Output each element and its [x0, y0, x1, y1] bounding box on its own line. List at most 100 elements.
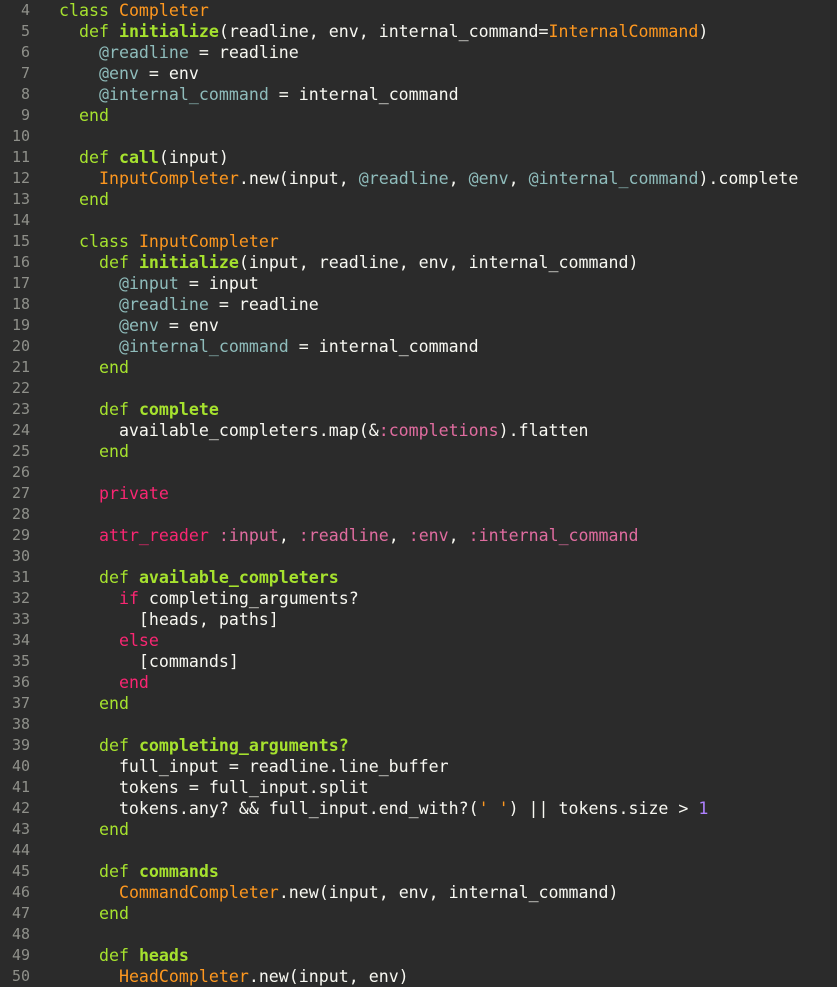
- code-line[interactable]: 5 def initialize(readline, env, internal…: [0, 21, 837, 42]
- code-line[interactable]: 40 full_input = readline.line_buffer: [0, 756, 837, 777]
- code-line[interactable]: 14: [0, 210, 837, 231]
- code-line[interactable]: 50 HeadCompleter.new(input, env): [0, 966, 837, 987]
- code-line[interactable]: 24 available_completers.map(&:completion…: [0, 420, 837, 441]
- code-token-plain: = env: [158, 316, 219, 335]
- code-line[interactable]: 12 InputCompleter.new(input, @readline, …: [0, 168, 837, 189]
- code-line[interactable]: 10: [0, 126, 837, 147]
- code-token-control: end: [118, 673, 149, 692]
- code-token-const: InputCompleter: [138, 232, 279, 251]
- code-line[interactable]: 19 @env = env: [0, 315, 837, 336]
- code-token-method: complete: [138, 400, 219, 419]
- code-line[interactable]: 8 @internal_command = internal_command: [0, 84, 837, 105]
- code-token-kwdef: def: [78, 22, 119, 41]
- code-line[interactable]: 30: [0, 546, 837, 567]
- line-code: full_input = readline.line_buffer: [30, 756, 449, 777]
- code-line[interactable]: 49 def heads: [0, 945, 837, 966]
- code-line[interactable]: 45 def commands: [0, 861, 837, 882]
- code-line[interactable]: 16 def initialize(input, readline, env, …: [0, 252, 837, 273]
- code-token-plain: = input: [178, 274, 259, 293]
- code-line[interactable]: 44: [0, 840, 837, 861]
- line-code: end: [30, 357, 129, 378]
- line-number: 18: [11, 295, 30, 313]
- code-line[interactable]: 17 @input = input: [0, 273, 837, 294]
- code-token-control: else: [118, 631, 159, 650]
- code-token-plain: ) || tokens.size >: [508, 799, 699, 818]
- line-number: 38: [11, 715, 30, 733]
- code-line[interactable]: 18 @readline = readline: [0, 294, 837, 315]
- code-line[interactable]: 11 def call(input): [0, 147, 837, 168]
- code-token-symbol: :readline: [298, 526, 389, 545]
- line-code: @internal_command = internal_command: [30, 84, 459, 105]
- code-line[interactable]: 31 def available_completers: [0, 567, 837, 588]
- code-token-kwdef: end: [98, 820, 129, 839]
- code-token-plain: (input, readline, env, internal_command): [238, 253, 639, 272]
- code-line[interactable]: 28: [0, 504, 837, 525]
- code-line[interactable]: 29 attr_reader :input, :readline, :env, …: [0, 525, 837, 546]
- line-number: 45: [11, 862, 30, 880]
- code-editor[interactable]: 4 class Completer 5 def initialize(readlin…: [0, 0, 837, 987]
- line-code: end: [30, 105, 109, 126]
- code-line[interactable]: 22: [0, 378, 837, 399]
- code-line[interactable]: 41 tokens = full_input.split: [0, 777, 837, 798]
- code-line[interactable]: 4 class Completer: [0, 0, 837, 21]
- code-token-plain: completing_arguments?: [138, 589, 359, 608]
- code-line[interactable]: 35 [commands]: [0, 651, 837, 672]
- code-line[interactable]: 15 class InputCompleter: [0, 231, 837, 252]
- code-token-plain: tokens.any? && full_input.end_with?(: [59, 799, 479, 818]
- code-token-plain: (readline, env, internal_command=: [218, 22, 549, 41]
- code-line[interactable]: 20 @internal_command = internal_command: [0, 336, 837, 357]
- code-token-plain: ).complete: [698, 169, 799, 188]
- line-number: 47: [11, 904, 30, 922]
- line-code: def initialize(readline, env, internal_c…: [30, 21, 708, 42]
- code-line[interactable]: 32 if completing_arguments?: [0, 588, 837, 609]
- code-line[interactable]: 34 else: [0, 630, 837, 651]
- line-number: 4: [20, 1, 30, 19]
- line-number: 46: [11, 883, 30, 901]
- line-code: end: [30, 819, 129, 840]
- code-token-plain: = env: [138, 64, 199, 83]
- line-code: private: [30, 483, 169, 504]
- code-line[interactable]: 26: [0, 462, 837, 483]
- code-line[interactable]: 21 end: [0, 357, 837, 378]
- line-number: 27: [11, 484, 30, 502]
- code-line[interactable]: 6 @readline = readline: [0, 42, 837, 63]
- code-line[interactable]: 9 end: [0, 105, 837, 126]
- code-line[interactable]: 25 end: [0, 441, 837, 462]
- code-line[interactable]: 23 def complete: [0, 399, 837, 420]
- line-number: 35: [11, 652, 30, 670]
- line-code: [heads, paths]: [30, 609, 279, 630]
- line-code: @internal_command = internal_command: [30, 336, 479, 357]
- code-token-ivar: @readline: [358, 169, 449, 188]
- line-number: 23: [11, 400, 30, 418]
- code-line[interactable]: 27 private: [0, 483, 837, 504]
- code-token-const: InputCompleter: [98, 169, 239, 188]
- line-number: 19: [11, 316, 30, 334]
- code-token-plain: (input): [158, 148, 229, 167]
- line-code: class Completer: [30, 0, 209, 21]
- code-line[interactable]: 33 [heads, paths]: [0, 609, 837, 630]
- code-line[interactable]: 36 end: [0, 672, 837, 693]
- code-line[interactable]: 13 end: [0, 189, 837, 210]
- line-code: def completing_arguments?: [30, 735, 349, 756]
- code-token-control: private: [98, 484, 169, 503]
- code-token-ivar: @internal_command: [528, 169, 699, 188]
- code-token-plain: .new(input, env, internal_command): [278, 883, 619, 902]
- code-line[interactable]: 48: [0, 924, 837, 945]
- code-token-kwdef: def: [98, 736, 139, 755]
- code-line[interactable]: 39 def completing_arguments?: [0, 735, 837, 756]
- code-line[interactable]: 42 tokens.any? && full_input.end_with?('…: [0, 798, 837, 819]
- code-line[interactable]: 37 end: [0, 693, 837, 714]
- code-line[interactable]: 43 end: [0, 819, 837, 840]
- code-line[interactable]: 46 CommandCompleter.new(input, env, inte…: [0, 882, 837, 903]
- code-line[interactable]: 7 @env = env: [0, 63, 837, 84]
- code-line[interactable]: 38: [0, 714, 837, 735]
- code-line[interactable]: 47 end: [0, 903, 837, 924]
- line-code: tokens = full_input.split: [30, 777, 369, 798]
